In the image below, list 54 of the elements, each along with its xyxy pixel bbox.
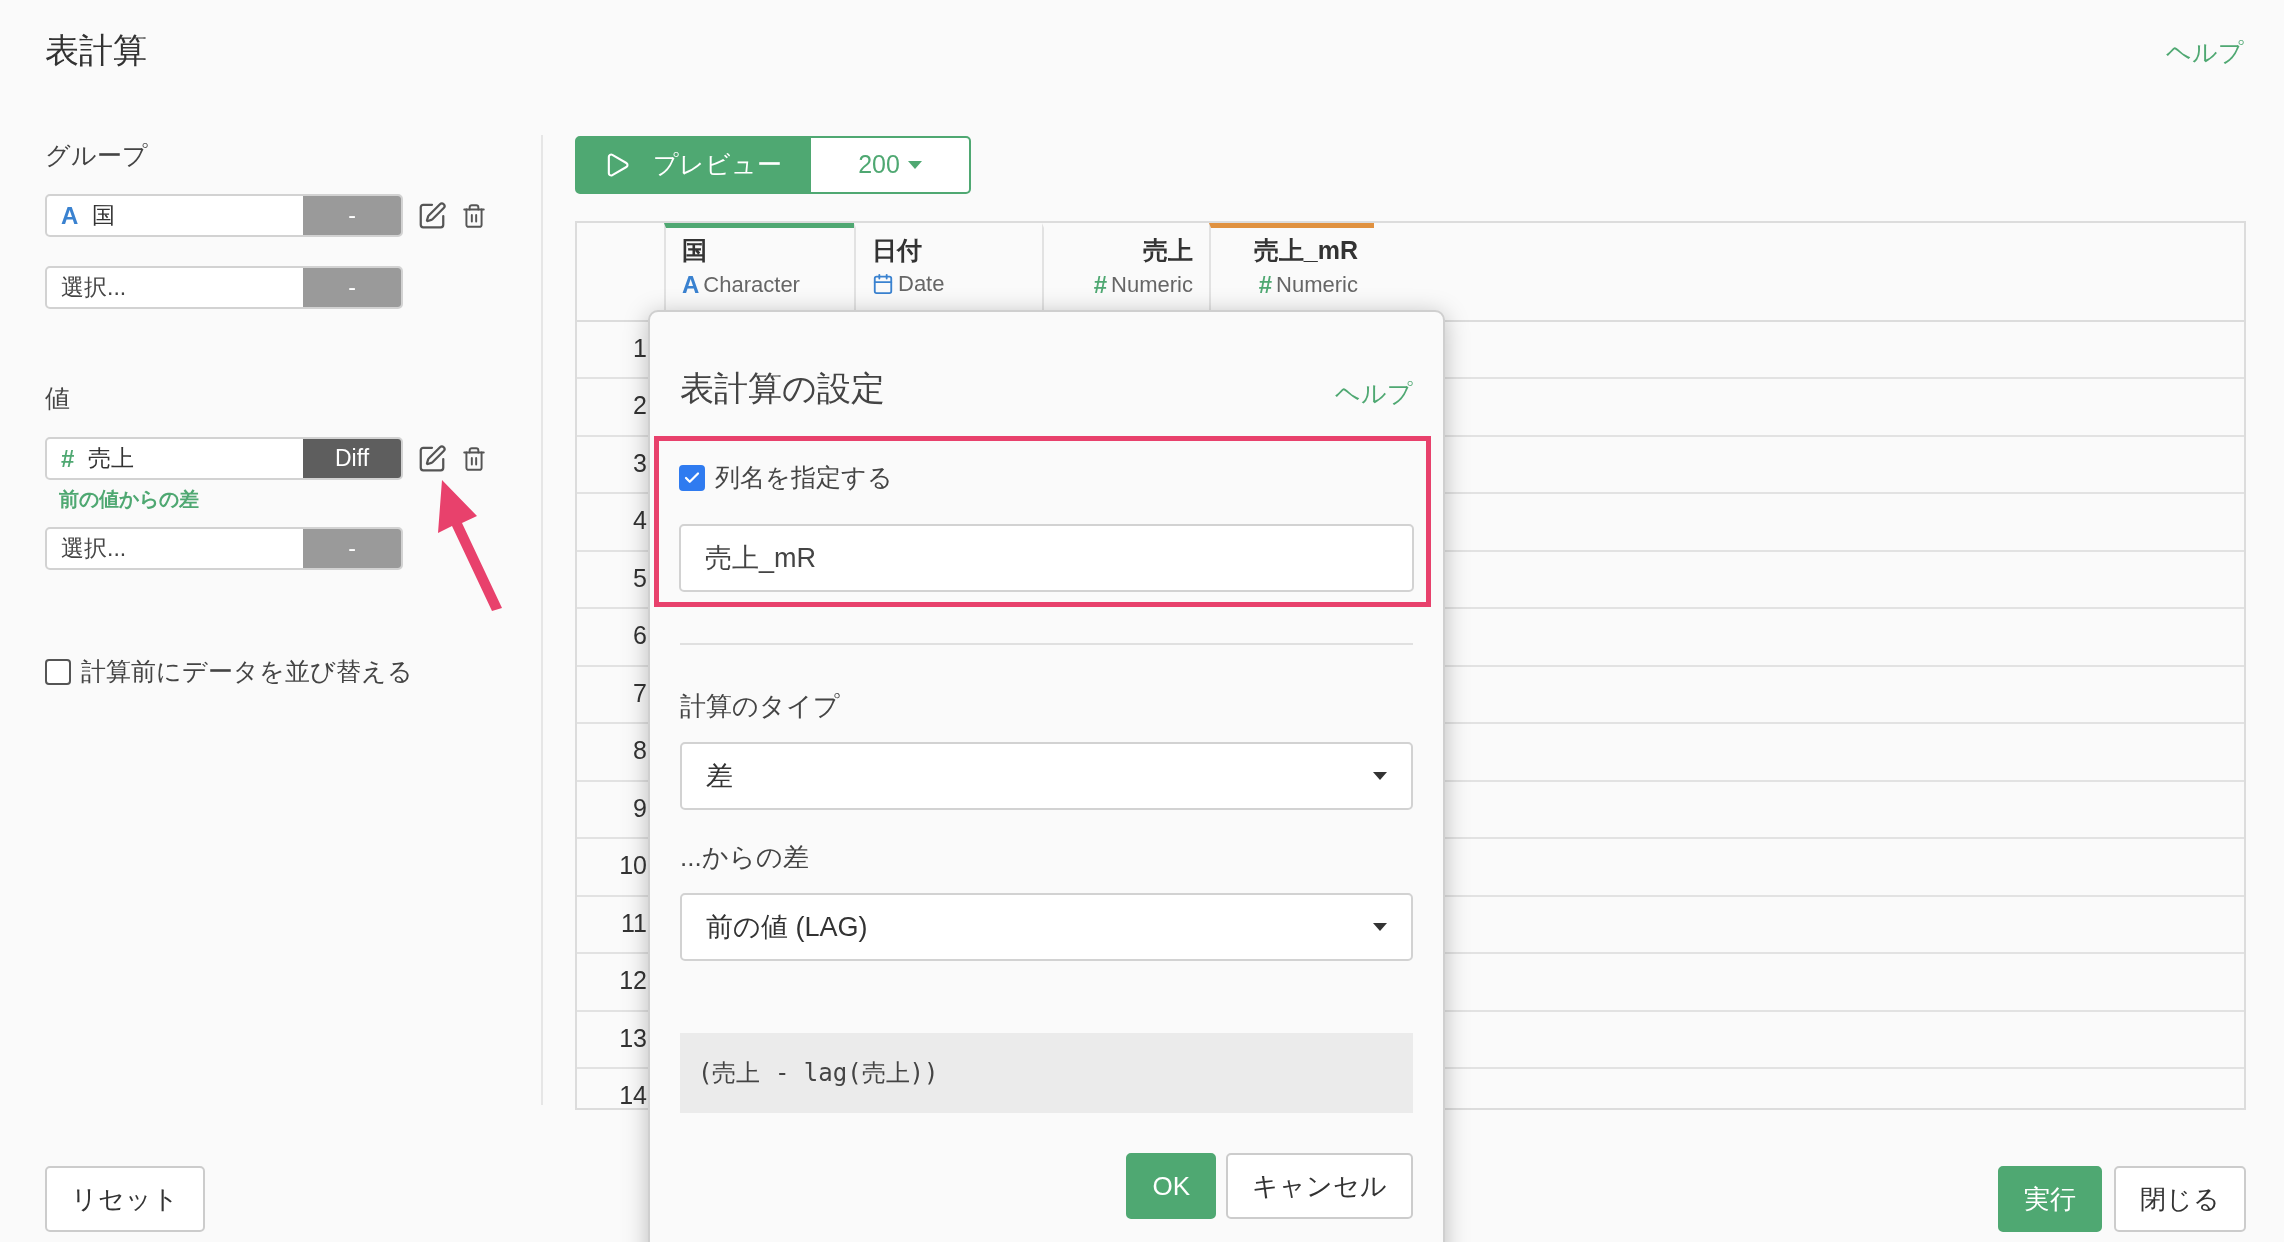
row-number: 13 bbox=[618, 1022, 647, 1054]
calc-button[interactable]: Diff bbox=[303, 439, 401, 478]
column-picker[interactable]: 選択... - bbox=[45, 527, 403, 570]
column-picker[interactable]: # 売上 Diff bbox=[45, 437, 403, 480]
checkbox-label: 列名を指定する bbox=[715, 462, 893, 493]
type-mark: A bbox=[61, 201, 79, 230]
caret-icon bbox=[1373, 772, 1387, 780]
row-number: 7 bbox=[632, 677, 647, 709]
type-mark: # bbox=[1258, 270, 1273, 299]
column-picker[interactable]: 選択... - bbox=[45, 266, 403, 309]
type-mark: # bbox=[61, 444, 75, 473]
picker-label: 選択... bbox=[61, 534, 127, 563]
reset-button[interactable]: リセット bbox=[45, 1166, 205, 1232]
calc-note: 前の値からの差 bbox=[59, 487, 200, 512]
section-label: 値 bbox=[45, 383, 71, 414]
picker-label: 売上 bbox=[88, 444, 135, 473]
calendar-icon bbox=[872, 272, 894, 295]
row-number: 10 bbox=[618, 850, 647, 882]
caret-icon bbox=[1373, 923, 1387, 931]
row-number: 2 bbox=[632, 390, 647, 422]
row-number: 14 bbox=[618, 1080, 647, 1108]
checkbox[interactable] bbox=[45, 658, 71, 685]
field-label: ...からの差 bbox=[680, 841, 810, 874]
row-number: 12 bbox=[618, 965, 647, 997]
close-button[interactable]: 閉じる bbox=[2114, 1166, 2246, 1232]
edit-icon[interactable] bbox=[417, 443, 447, 474]
trash-icon[interactable] bbox=[461, 445, 487, 472]
column-name-input[interactable]: 売上_mR bbox=[679, 524, 1414, 592]
row-number: 4 bbox=[632, 505, 647, 537]
cancel-button[interactable]: キャンセル bbox=[1226, 1153, 1413, 1219]
trash-icon[interactable] bbox=[461, 202, 487, 229]
row-number: 5 bbox=[632, 562, 647, 594]
row-number: 11 bbox=[620, 907, 647, 939]
type-mark: A bbox=[682, 270, 700, 299]
type-mark: # bbox=[1093, 270, 1108, 299]
section-label: グループ bbox=[45, 140, 149, 171]
checkbox[interactable] bbox=[679, 464, 705, 491]
picker-label: 国 bbox=[92, 201, 116, 230]
formula-preview: (売上 - lag(売上)) bbox=[680, 1033, 1413, 1113]
caret-icon bbox=[907, 160, 922, 169]
checkbox-label: 計算前にデータを並び替える bbox=[81, 656, 413, 687]
row-number: 8 bbox=[632, 735, 647, 767]
dialog-title: 表計算の設定 bbox=[680, 368, 885, 409]
row-number: 9 bbox=[632, 792, 647, 824]
picker-label: 選択... bbox=[61, 273, 127, 302]
row-number: 3 bbox=[632, 447, 647, 479]
diff-from-select[interactable]: 前の値 (LAG) bbox=[680, 893, 1413, 961]
row-number: 6 bbox=[632, 620, 647, 652]
column-picker[interactable]: A 国 - bbox=[45, 194, 403, 237]
page-title: 表計算 bbox=[45, 30, 147, 71]
calc-type-select[interactable]: 差 bbox=[680, 742, 1413, 810]
row-number: 1 bbox=[632, 332, 647, 364]
field-label: 計算のタイプ bbox=[680, 690, 841, 723]
edit-icon[interactable] bbox=[417, 200, 447, 231]
